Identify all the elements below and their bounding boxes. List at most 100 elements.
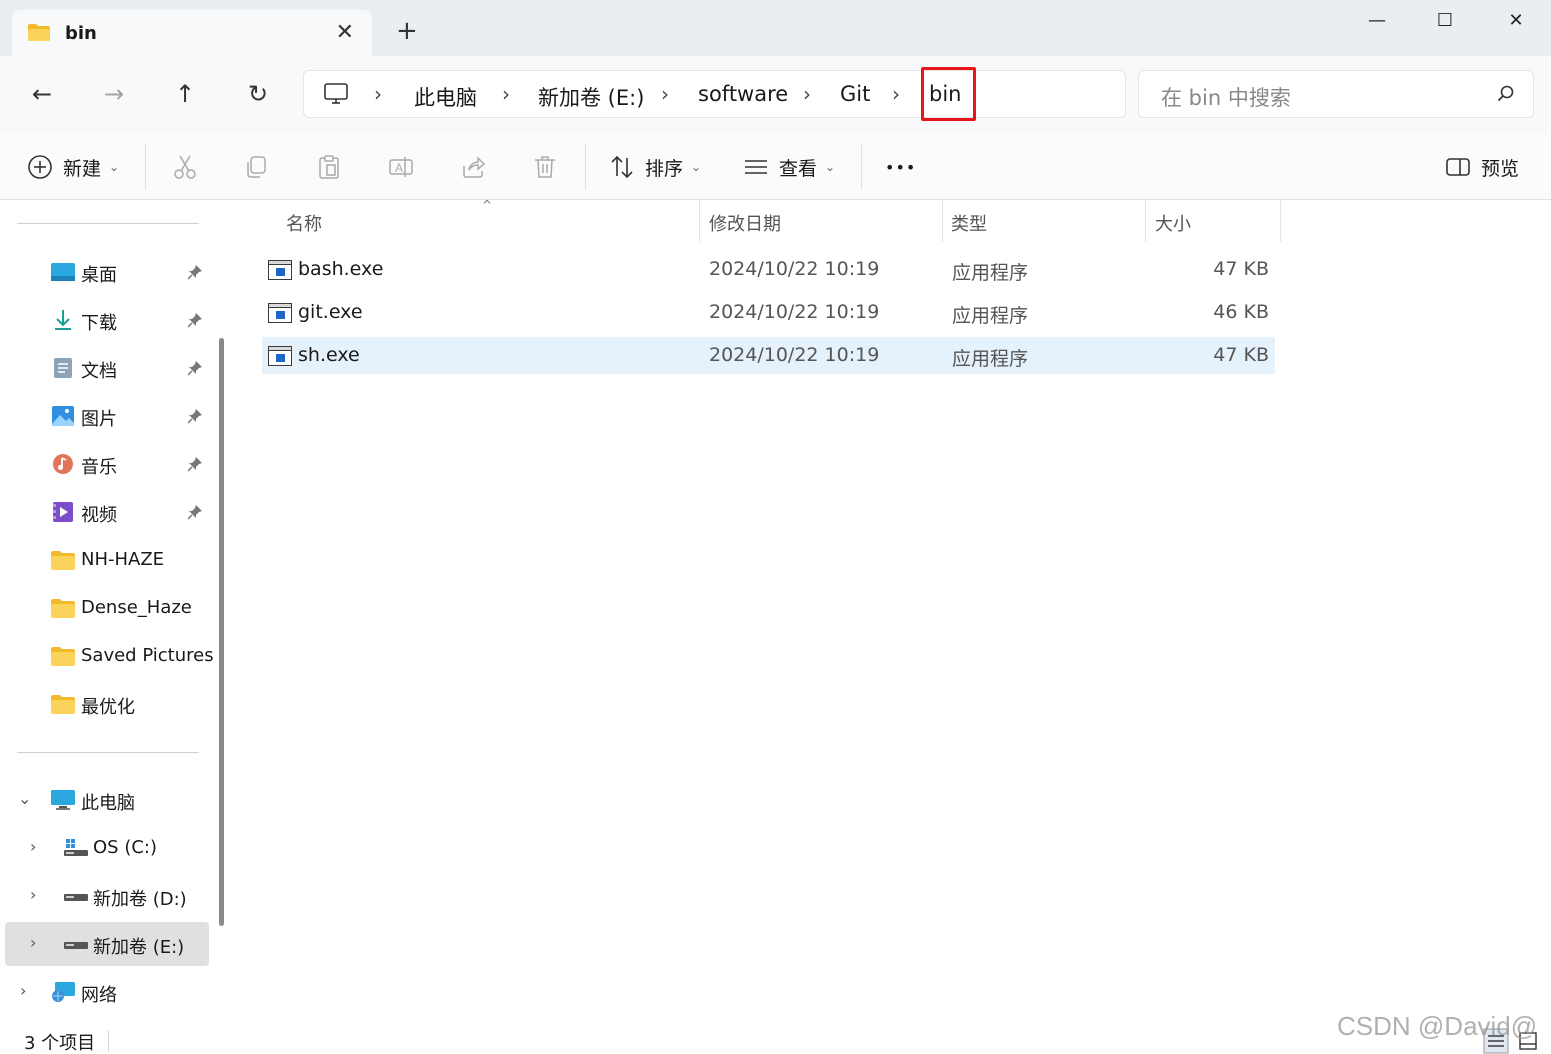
sidebar-item-desktop[interactable]: 桌面: [0, 250, 210, 294]
sidebar-item-downloads[interactable]: 下载: [0, 298, 210, 342]
sidebar-item-nh-haze[interactable]: NH-HAZE: [0, 538, 210, 582]
sidebar-item-dense-haze[interactable]: Dense_Haze: [0, 586, 210, 630]
chevron-right-icon[interactable]: ›: [30, 933, 36, 952]
sidebar-item-network[interactable]: › 网络: [0, 970, 210, 1014]
column-divider[interactable]: [1280, 200, 1281, 242]
preview-button[interactable]: 预览: [1445, 150, 1519, 184]
toolbar-divider: [861, 144, 862, 190]
column-divider[interactable]: [699, 200, 700, 242]
column-divider[interactable]: [1145, 200, 1146, 242]
pictures-icon: [52, 406, 74, 426]
maximize-button[interactable]: ☐: [1422, 6, 1468, 36]
sidebar-divider: [17, 752, 199, 753]
column-header-date[interactable]: 修改日期: [709, 210, 781, 236]
rename-icon[interactable]: A: [388, 154, 414, 180]
sidebar-item-drive-e[interactable]: › 新加卷 (E:): [5, 922, 209, 966]
tab-title: bin: [65, 23, 97, 44]
chevron-right-icon[interactable]: ›: [20, 981, 26, 1000]
pin-icon[interactable]: [186, 263, 204, 281]
breadcrumb-software[interactable]: software: [698, 82, 788, 106]
drive-icon: [64, 894, 88, 901]
chevron-right-icon[interactable]: ›: [30, 885, 36, 904]
network-icon: [52, 982, 75, 1002]
tab-close-icon[interactable]: ✕: [336, 20, 354, 45]
title-bar: bin ✕ + — ☐ ✕: [0, 0, 1551, 58]
chevron-right-icon[interactable]: ›: [30, 837, 36, 856]
new-label: 新建: [63, 157, 102, 180]
view-label: 查看: [779, 157, 818, 180]
video-icon: [53, 502, 73, 522]
column-header-type[interactable]: 类型: [951, 210, 987, 236]
share-icon[interactable]: [460, 154, 486, 180]
new-button[interactable]: 新建 ⌄: [27, 150, 119, 184]
sidebar-item-documents[interactable]: 文档: [0, 346, 210, 390]
file-row-sh[interactable]: sh.exe 2024/10/22 10:19 应用程序 47 KB: [262, 337, 1275, 374]
status-bar: 3 个项目: [0, 1024, 1551, 1054]
search-box[interactable]: 在 bin 中搜索: [1138, 70, 1534, 118]
computer-icon: [51, 790, 75, 810]
item-count: 3 个项目: [24, 1033, 96, 1054]
sidebar-item-music[interactable]: 音乐: [0, 442, 210, 486]
file-row-bash[interactable]: bash.exe 2024/10/22 10:19 应用程序 47 KB: [262, 251, 1275, 288]
new-tab-button[interactable]: +: [396, 18, 418, 44]
sidebar-item-saved-pictures[interactable]: Saved Pictures: [0, 634, 214, 678]
tab-bin[interactable]: bin ✕: [12, 10, 372, 58]
pin-icon[interactable]: [186, 359, 204, 377]
folder-icon: [51, 551, 75, 570]
folder-icon: [51, 599, 75, 618]
pin-icon[interactable]: [186, 311, 204, 329]
svg-text:A: A: [395, 161, 403, 175]
sidebar-item-optimization[interactable]: 最优化: [0, 682, 210, 726]
windows-drive-icon: [64, 839, 88, 856]
music-icon: [53, 454, 73, 474]
sidebar-scrollbar[interactable]: [219, 338, 224, 926]
toolbar-divider: [585, 144, 586, 190]
paste-icon[interactable]: [316, 154, 342, 180]
column-header-size[interactable]: 大小: [1155, 210, 1191, 236]
breadcrumb-drive-e[interactable]: 新加卷 (E:): [538, 82, 644, 112]
minimize-button[interactable]: —: [1354, 6, 1400, 36]
chevron-down-icon: ⌄: [691, 160, 702, 174]
sort-ascending-icon: ^: [482, 198, 493, 212]
file-row-git[interactable]: git.exe 2024/10/22 10:19 应用程序 46 KB: [262, 294, 1275, 331]
back-button[interactable]: ←: [24, 78, 60, 110]
column-header-name[interactable]: 名称: [286, 210, 322, 236]
sidebar-item-drive-c[interactable]: › OS (C:): [0, 826, 210, 870]
sidebar-divider: [17, 223, 199, 224]
sidebar-item-this-pc[interactable]: ⌄ 此电脑: [0, 778, 210, 822]
sidebar-item-pictures[interactable]: 图片: [0, 394, 210, 438]
sort-button[interactable]: 排序 ⌄: [609, 150, 701, 184]
pin-icon[interactable]: [186, 407, 204, 425]
computer-icon: [324, 83, 348, 104]
copy-icon[interactable]: [244, 154, 270, 180]
breadcrumb-git[interactable]: Git: [840, 82, 870, 106]
preview-pane-icon: [1446, 158, 1470, 176]
forward-button[interactable]: →: [96, 78, 132, 110]
up-button[interactable]: ↑: [167, 78, 203, 110]
close-window-button[interactable]: ✕: [1493, 6, 1539, 36]
chevron-down-icon[interactable]: ⌄: [18, 789, 31, 808]
address-bar[interactable]: › 此电脑 › 新加卷 (E:) › software › Git › bin: [303, 67, 1126, 121]
cut-icon[interactable]: [172, 154, 198, 180]
refresh-button[interactable]: ↻: [240, 78, 276, 110]
sidebar-item-drive-d[interactable]: › 新加卷 (D:): [0, 874, 210, 918]
document-icon: [54, 358, 72, 378]
sort-icon: [611, 155, 633, 179]
more-options-button[interactable]: •••: [885, 150, 916, 184]
column-divider[interactable]: [942, 200, 943, 242]
pin-icon[interactable]: [186, 503, 204, 521]
annotation-highlight-box: [921, 67, 976, 121]
navigation-pane: 桌面 下载 文档 图片 音乐 视频 NH-HAZE Dense_Haze Sav…: [0, 200, 226, 1024]
executable-icon: [268, 346, 292, 366]
delete-icon[interactable]: [532, 154, 558, 180]
preview-label: 预览: [1481, 157, 1520, 180]
drive-icon: [64, 942, 88, 949]
pin-icon[interactable]: [186, 455, 204, 473]
breadcrumb-this-pc[interactable]: 此电脑: [414, 82, 477, 112]
search-icon[interactable]: [1497, 85, 1515, 103]
status-divider: [108, 1030, 109, 1052]
view-button[interactable]: 查看 ⌄: [743, 150, 835, 184]
sidebar-item-videos[interactable]: 视频: [0, 490, 210, 534]
download-icon: [55, 310, 71, 330]
sort-label: 排序: [645, 157, 684, 180]
